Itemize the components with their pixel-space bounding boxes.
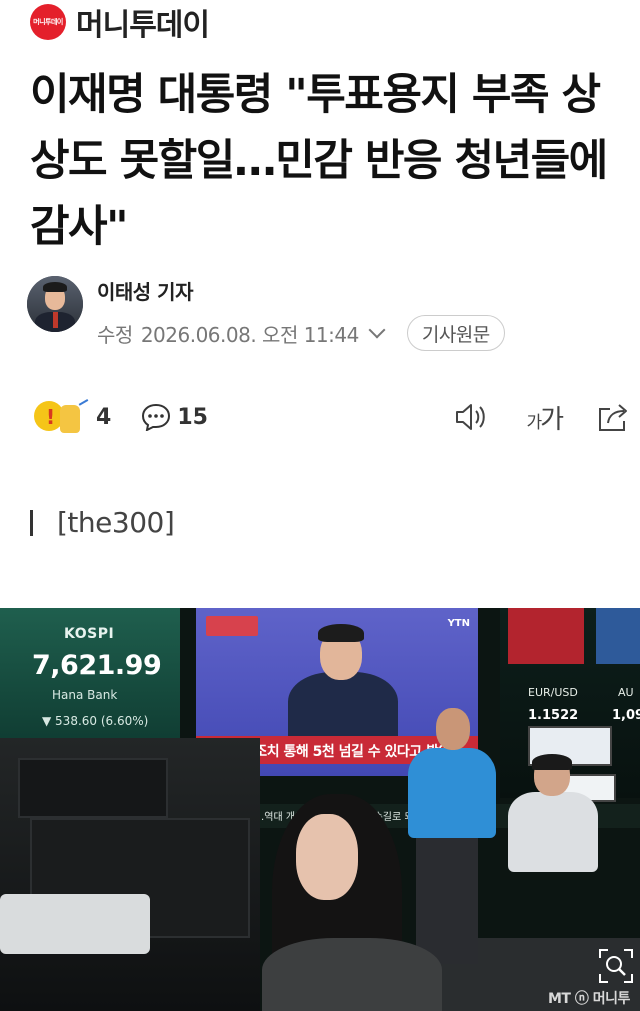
comment-count: 15 — [177, 404, 208, 430]
article-headline: 이재명 대통령 "투표용지 부족 상상도 못할일…민감 반응 청년들에 감사" — [30, 70, 608, 252]
modified-label: 수정 — [97, 322, 133, 347]
comment-icon — [142, 403, 171, 431]
article-photo[interactable]: KOSPI 7,621.99 Hana Bank ▼ 538.60 (6.60%… — [0, 608, 640, 1011]
reaction-button[interactable]: ! 4 — [30, 399, 111, 435]
reporter-name[interactable]: 이태성 기자 — [97, 276, 505, 305]
byline: 이태성 기자 수정 2026.06.08. 오전 11:44 기사원문 — [27, 276, 505, 351]
reaction-icon: ! — [30, 399, 92, 435]
fx-label: EUR/USD — [528, 686, 578, 699]
chevron-down-icon[interactable] — [368, 321, 386, 339]
font-size-large: 가 — [540, 404, 564, 435]
share-icon[interactable] — [596, 401, 630, 433]
bank-label: Hana Bank — [52, 688, 118, 702]
reaction-count: 4 — [96, 404, 112, 430]
fx-value: 1.1522 — [528, 708, 579, 723]
kospi-change: ▼ 538.60 (6.60%) — [42, 714, 149, 728]
fx-label-2: AU — [618, 686, 634, 699]
site-header: 머니투데이 머니투데이 — [30, 4, 210, 43]
photo-watermark: MT ⓝ 머니투데 — [548, 991, 630, 1007]
brand-logo[interactable]: 머니투데이 — [30, 4, 66, 40]
font-size-icon[interactable]: 가가 — [526, 399, 564, 436]
brand-name[interactable]: 머니투데이 — [76, 0, 210, 44]
brand-logo-text: 머니투데이 — [33, 18, 63, 26]
board-blue-panel — [596, 608, 640, 664]
font-size-small: 가 — [526, 412, 542, 433]
reporter-avatar[interactable] — [27, 276, 83, 332]
kospi-label: KOSPI — [64, 626, 115, 642]
fx-value-2: 1,091 — [612, 708, 640, 723]
article-datetime: 2026.06.08. 오전 11:44 — [140, 322, 360, 347]
speaker-icon[interactable] — [454, 402, 488, 432]
board-red-panel — [508, 608, 584, 664]
section-tag-text: [the300] — [57, 506, 175, 539]
original-article-button[interactable]: 기사원문 — [406, 315, 505, 351]
comment-button[interactable]: 15 — [111, 403, 208, 431]
kospi-value: 7,621.99 — [32, 650, 162, 681]
article-actions: ! 4 15 가가 — [30, 397, 630, 437]
zoom-icon[interactable] — [598, 948, 634, 984]
tag-bar — [30, 509, 33, 536]
section-tag: [the300] — [30, 506, 175, 539]
article-meta: 수정 2026.06.08. 오전 11:44 기사원문 — [97, 315, 505, 351]
ytn-label: YTN — [447, 618, 470, 629]
